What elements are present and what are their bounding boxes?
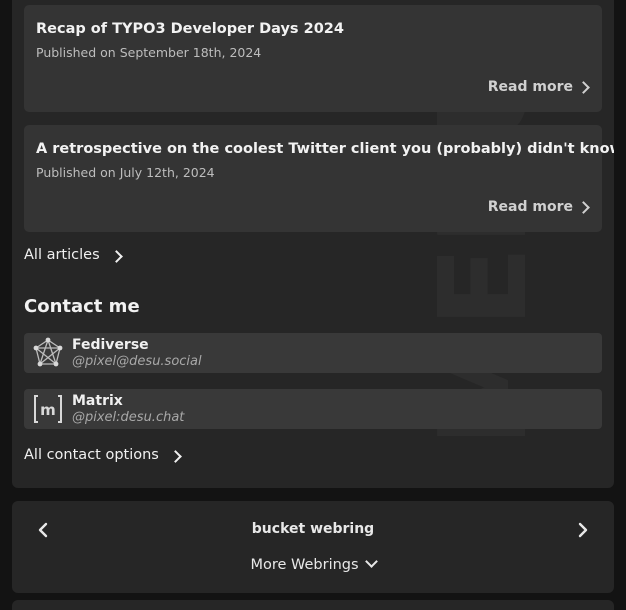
contact-handle: @pixel@desu.social — [72, 354, 202, 369]
matrix-icon: m — [33, 393, 63, 425]
webring-panel: bucket webring More Webrings — [12, 501, 614, 593]
contact-handle: @pixel:desu.chat — [72, 410, 185, 425]
chevron-down-icon — [364, 555, 378, 568]
all-articles-label: All articles — [24, 247, 100, 263]
article-date: Published on September 18th, 2024 — [36, 45, 262, 60]
contact-heading: Contact me — [24, 296, 140, 317]
read-more-label: Read more — [487, 79, 573, 95]
contact-card-matrix[interactable]: m Matrix @pixel:desu.chat — [24, 389, 602, 429]
article-card[interactable]: A retrospective on the coolest Twitter c… — [24, 125, 614, 232]
contact-card-fediverse[interactable]: Fediverse @pixel@desu.social — [24, 333, 602, 373]
more-webrings-toggle[interactable]: More Webrings — [12, 555, 614, 573]
chevron-right-icon — [109, 250, 123, 263]
next-panel-edge — [12, 600, 614, 610]
contact-name: Fediverse — [72, 337, 149, 353]
more-webrings-label: More Webrings — [250, 557, 359, 573]
all-articles-link[interactable]: All articles — [24, 247, 123, 263]
read-more-label: Read more — [487, 199, 573, 215]
all-contact-options-link[interactable]: All contact options — [24, 447, 182, 463]
contact-name: Matrix — [72, 393, 123, 409]
chevron-right-icon — [577, 80, 590, 94]
fediverse-icon — [33, 337, 63, 369]
article-card[interactable]: Recap of TYPO3 Developer Days 2024 Publi… — [24, 5, 602, 112]
chevron-right-icon — [169, 450, 182, 463]
main-panel: MENU Recap of TYPO3 Developer Days 2024 … — [12, 0, 614, 488]
webring-title[interactable]: bucket webring — [12, 521, 614, 537]
article-date: Published on July 12th, 2024 — [36, 165, 215, 180]
chevron-right-icon[interactable] — [572, 519, 594, 541]
read-more-link[interactable]: Read more — [487, 79, 590, 95]
svg-text:m: m — [40, 401, 56, 419]
chevron-right-icon — [577, 200, 590, 214]
all-contact-options-label: All contact options — [24, 447, 159, 463]
read-more-link[interactable]: Read more — [487, 199, 590, 215]
article-title[interactable]: A retrospective on the coolest Twitter c… — [36, 141, 614, 157]
article-title[interactable]: Recap of TYPO3 Developer Days 2024 — [36, 21, 344, 37]
